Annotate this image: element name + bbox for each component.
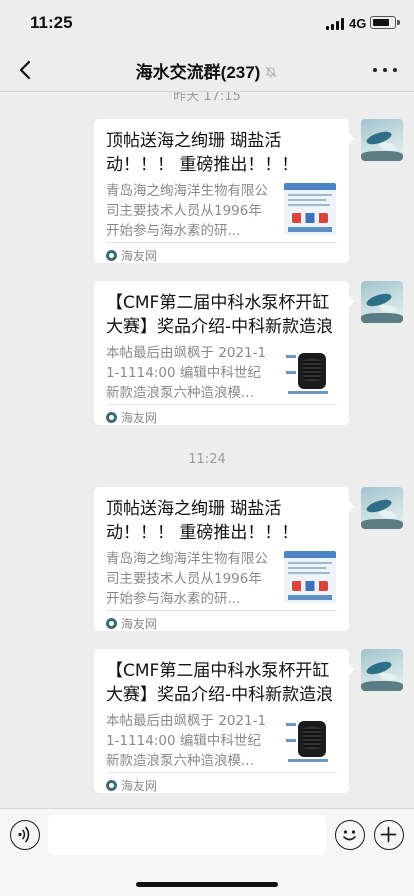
link-card-source: 海友网 bbox=[106, 410, 157, 426]
avatar[interactable] bbox=[361, 649, 403, 691]
link-card-description: 青岛海之绚海洋生物有限公司主要技术人员从1996年开始参与海水素的研... bbox=[106, 183, 268, 239]
link-card-thumbnail bbox=[284, 183, 336, 235]
link-card-thumbnail bbox=[284, 713, 336, 765]
chat-title: 海水交流群(237) bbox=[135, 63, 261, 82]
signal-icon bbox=[326, 18, 346, 30]
status-bar: 11:25 4G bbox=[0, 0, 414, 48]
chat-title-wrap: 海水交流群(237) bbox=[0, 58, 414, 83]
plus-button[interactable] bbox=[374, 820, 404, 850]
emoji-button[interactable] bbox=[335, 820, 365, 850]
link-card-description: 青岛海之绚海洋生物有限公司主要技术人员从1996年开始参与海水素的研... bbox=[106, 551, 268, 607]
link-card-divider bbox=[106, 610, 337, 611]
link-card-title: 顶帖送海之绚珊 瑚盐活动！！！ 重磅推出！！！ bbox=[106, 499, 299, 543]
source-name: 海友网 bbox=[121, 411, 158, 425]
link-card-divider bbox=[106, 772, 337, 773]
link-card-divider bbox=[106, 242, 337, 243]
link-card-description: 本帖最后由飒枫于 2021-11-1114:00 编辑中科世纪新款造浪泵六种造浪… bbox=[106, 713, 267, 769]
link-card[interactable]: 【CMF第二届中科水泵杯开缸大赛】奖品介绍-中科新款造浪泵 本帖最后由飒枫于 2… bbox=[94, 649, 355, 794]
message-input[interactable] bbox=[48, 815, 326, 855]
source-logo-icon bbox=[106, 412, 117, 423]
voice-button[interactable] bbox=[10, 820, 40, 850]
voice-icon bbox=[18, 826, 30, 843]
source-logo-icon bbox=[106, 250, 117, 261]
link-card[interactable]: 顶帖送海之绚珊 瑚盐活动！！！ 重磅推出！！！ 青岛海之绚海洋生物有限公司主要技… bbox=[94, 487, 355, 632]
avatar[interactable] bbox=[361, 119, 403, 161]
more-button[interactable] bbox=[372, 60, 398, 80]
avatar[interactable] bbox=[361, 281, 403, 323]
network-type: 4G bbox=[349, 16, 367, 31]
battery-icon bbox=[370, 16, 400, 29]
link-card-description: 本帖最后由飒枫于 2021-11-1114:00 编辑中科世纪新款造浪泵六种造浪… bbox=[106, 345, 267, 401]
link-card-source: 海友网 bbox=[106, 616, 157, 632]
emoji-icon bbox=[343, 830, 356, 841]
timestamp: 昨天 17:15 bbox=[173, 92, 241, 104]
source-logo-icon bbox=[106, 618, 117, 629]
source-logo-icon bbox=[106, 780, 117, 791]
avatar[interactable] bbox=[361, 487, 403, 529]
link-card-source: 海友网 bbox=[106, 248, 157, 264]
link-card-title: 【CMF第二届中科水泵杯开缸大赛】奖品介绍-中科新款造浪泵 bbox=[106, 293, 334, 337]
link-card[interactable]: 【CMF第二届中科水泵杯开缸大赛】奖品介绍-中科新款造浪泵 本帖最后由飒枫于 2… bbox=[94, 281, 355, 426]
source-name: 海友网 bbox=[121, 779, 158, 793]
home-indicator bbox=[136, 882, 278, 887]
link-card-title: 【CMF第二届中科水泵杯开缸大赛】奖品介绍-中科新款造浪泵 bbox=[106, 661, 334, 705]
chat-history[interactable]: 昨天 17:15 顶帖送海之绚珊 瑚盐活动！！！ 重磅推出！！！ 青岛海之绚海洋… bbox=[0, 92, 414, 808]
link-card-thumbnail bbox=[284, 345, 336, 397]
timestamp: 11:24 bbox=[188, 452, 226, 467]
status-time: 11:25 bbox=[30, 13, 73, 32]
link-card-thumbnail bbox=[284, 551, 336, 603]
link-card-source: 海友网 bbox=[106, 778, 157, 794]
nav-bar: 海水交流群(237) bbox=[0, 48, 414, 92]
source-name: 海友网 bbox=[121, 249, 158, 263]
bell-slash-icon bbox=[265, 66, 277, 78]
link-card-title: 顶帖送海之绚珊 瑚盐活动！！！ 重磅推出！！！ bbox=[106, 131, 299, 175]
source-name: 海友网 bbox=[121, 617, 158, 631]
link-card[interactable]: 顶帖送海之绚珊 瑚盐活动！！！ 重磅推出！！！ 青岛海之绚海洋生物有限公司主要技… bbox=[94, 119, 355, 264]
plus-circle-icon bbox=[380, 826, 397, 843]
link-card-divider bbox=[106, 404, 337, 405]
